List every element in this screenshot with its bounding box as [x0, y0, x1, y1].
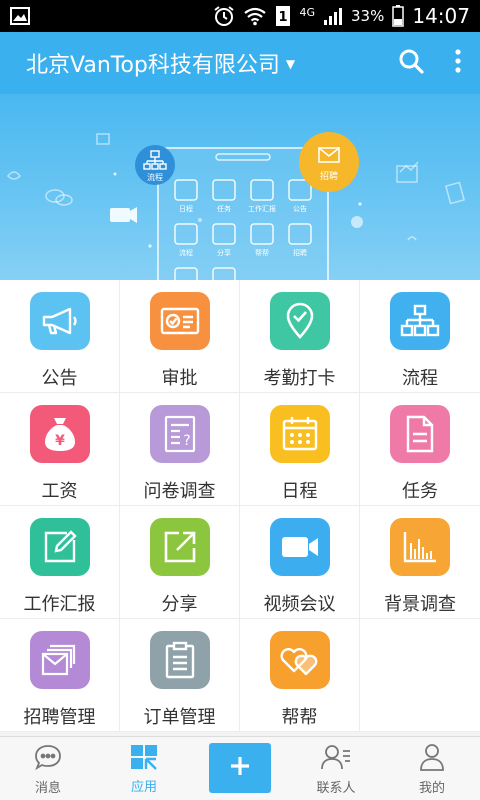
app-label: 问卷调查: [143, 481, 216, 502]
calendar-icon: [269, 405, 330, 463]
nav-apps[interactable]: 应用: [96, 737, 192, 800]
chat-bubble-icon: [33, 743, 63, 775]
app-tile-background-check[interactable]: 背景调查: [360, 506, 480, 619]
tablet-label-recruit: 招聘: [293, 248, 307, 257]
recruit-badge-label: 招聘: [320, 170, 338, 182]
nav-label: 消息: [34, 780, 61, 796]
app-tile-salary[interactable]: ¥ 工资: [0, 393, 120, 506]
wifi-icon: [243, 6, 267, 26]
company-switcher[interactable]: 北京VanTop科技有限公司 ▼: [26, 47, 295, 79]
svg-text:?: ?: [183, 433, 190, 449]
hearts-icon: [269, 631, 330, 689]
app-label: 流程: [402, 368, 438, 389]
battery-percent: 33%: [351, 7, 385, 25]
megaphone-icon: [29, 292, 90, 350]
clock: 14:07: [412, 4, 470, 28]
document-icon: [390, 405, 450, 463]
nav-messages[interactable]: 消息: [0, 737, 96, 800]
nav-label: 联系人: [316, 780, 356, 796]
clipboard-icon: [149, 631, 210, 689]
org-chart-icon: [390, 292, 450, 350]
signal-icon: [323, 6, 343, 26]
app-header: 北京VanTop科技有限公司 ▼: [0, 32, 480, 94]
plus-icon: [229, 755, 251, 781]
bar-chart-icon: [390, 518, 450, 576]
video-camera-icon: [269, 518, 330, 576]
app-tile-approval[interactable]: 审批: [120, 280, 240, 393]
app-label: 审批: [161, 368, 198, 389]
app-label: 考勤打卡: [263, 368, 336, 389]
app-label: 分享: [161, 594, 198, 615]
tablet-label-schedule: 日程: [179, 204, 193, 213]
app-tile-attendance[interactable]: 考勤打卡: [240, 280, 360, 393]
apps-grid-icon: [129, 744, 159, 774]
app-tile-video-meeting[interactable]: 视频会议: [240, 506, 360, 619]
empty-grid-cell: [360, 619, 480, 732]
app-tile-share[interactable]: 分享: [120, 506, 240, 619]
nav-label: 应用: [130, 779, 157, 795]
app-tile-workflow[interactable]: 流程: [360, 280, 480, 393]
nav-profile[interactable]: 我的: [384, 737, 480, 800]
approval-card-icon: [149, 292, 210, 350]
contacts-icon: [321, 743, 351, 775]
app-grid: 公告 审批 考勤打卡 流程 ¥ 工资 ? 问卷调查 日程 任务 工作汇报 分享 …: [0, 280, 480, 732]
app-tile-help[interactable]: 帮帮: [240, 619, 360, 732]
company-name: 北京VanTop科技有限公司: [26, 53, 280, 78]
flow-badge-label: 流程: [147, 172, 163, 182]
app-tile-schedule[interactable]: 日程: [240, 393, 360, 506]
app-label: 日程: [281, 481, 318, 502]
app-label: 工资: [41, 481, 78, 502]
location-check-icon: [269, 292, 330, 350]
questionnaire-icon: ?: [149, 405, 210, 463]
status-bar: 1 4G 33% 14:07: [0, 0, 480, 32]
app-tile-announcement[interactable]: 公告: [0, 280, 120, 393]
app-label: 帮帮: [281, 707, 318, 728]
app-label: 工作汇报: [23, 594, 96, 615]
nav-label: 我的: [418, 780, 445, 796]
tablet-label-help: 帮帮: [255, 248, 269, 257]
app-label: 任务: [402, 481, 438, 502]
battery-icon: [392, 5, 405, 27]
tablet-label-flow: 流程: [179, 248, 193, 257]
money-bag-icon: ¥: [29, 405, 90, 463]
tablet-label-share: 分享: [217, 248, 231, 257]
app-tile-work-report[interactable]: 工作汇报: [0, 506, 120, 619]
app-label: 背景调查: [384, 594, 456, 615]
app-label: 订单管理: [143, 707, 216, 728]
alarm-icon: [213, 5, 235, 27]
gallery-notification-icon: [10, 7, 30, 25]
tablet-label-report: 工作汇报: [248, 204, 276, 213]
tablet-label-task: 任务: [217, 204, 231, 213]
nav-contacts[interactable]: 联系人: [288, 737, 384, 800]
app-tile-task[interactable]: 任务: [360, 393, 480, 506]
banner-illustration: 日程 任务 工作汇报 公告 流程 分享 帮帮 招聘 流程 招聘: [7, 132, 466, 280]
app-tile-survey[interactable]: ? 问卷调查: [120, 393, 240, 506]
search-icon[interactable]: [398, 48, 424, 78]
edit-icon: [29, 518, 90, 576]
svg-text:¥: ¥: [55, 433, 65, 449]
bottom-nav: 消息 应用 联系人 我的: [0, 736, 480, 800]
app-label: 公告: [41, 368, 78, 389]
nav-add[interactable]: [192, 737, 288, 800]
network-type: 4G: [299, 6, 316, 19]
app-tile-orders[interactable]: 订单管理: [120, 619, 240, 732]
share-icon: [149, 518, 210, 576]
caret-down-icon: ▼: [285, 57, 296, 71]
sim-number: 1: [279, 10, 288, 25]
profile-icon: [419, 743, 445, 775]
app-label: 招聘管理: [23, 707, 96, 728]
app-label: 视频会议: [263, 594, 336, 615]
sim-icon: 1: [275, 5, 291, 27]
promo-banner[interactable]: 日程 任务 工作汇报 公告 流程 分享 帮帮 招聘 流程 招聘: [0, 94, 480, 280]
add-button[interactable]: [209, 743, 271, 793]
tablet-label-notice: 公告: [293, 204, 307, 213]
app-tile-recruitment[interactable]: 招聘管理: [0, 619, 120, 732]
envelope-stack-icon: [29, 631, 90, 689]
more-vertical-icon[interactable]: [454, 48, 462, 78]
